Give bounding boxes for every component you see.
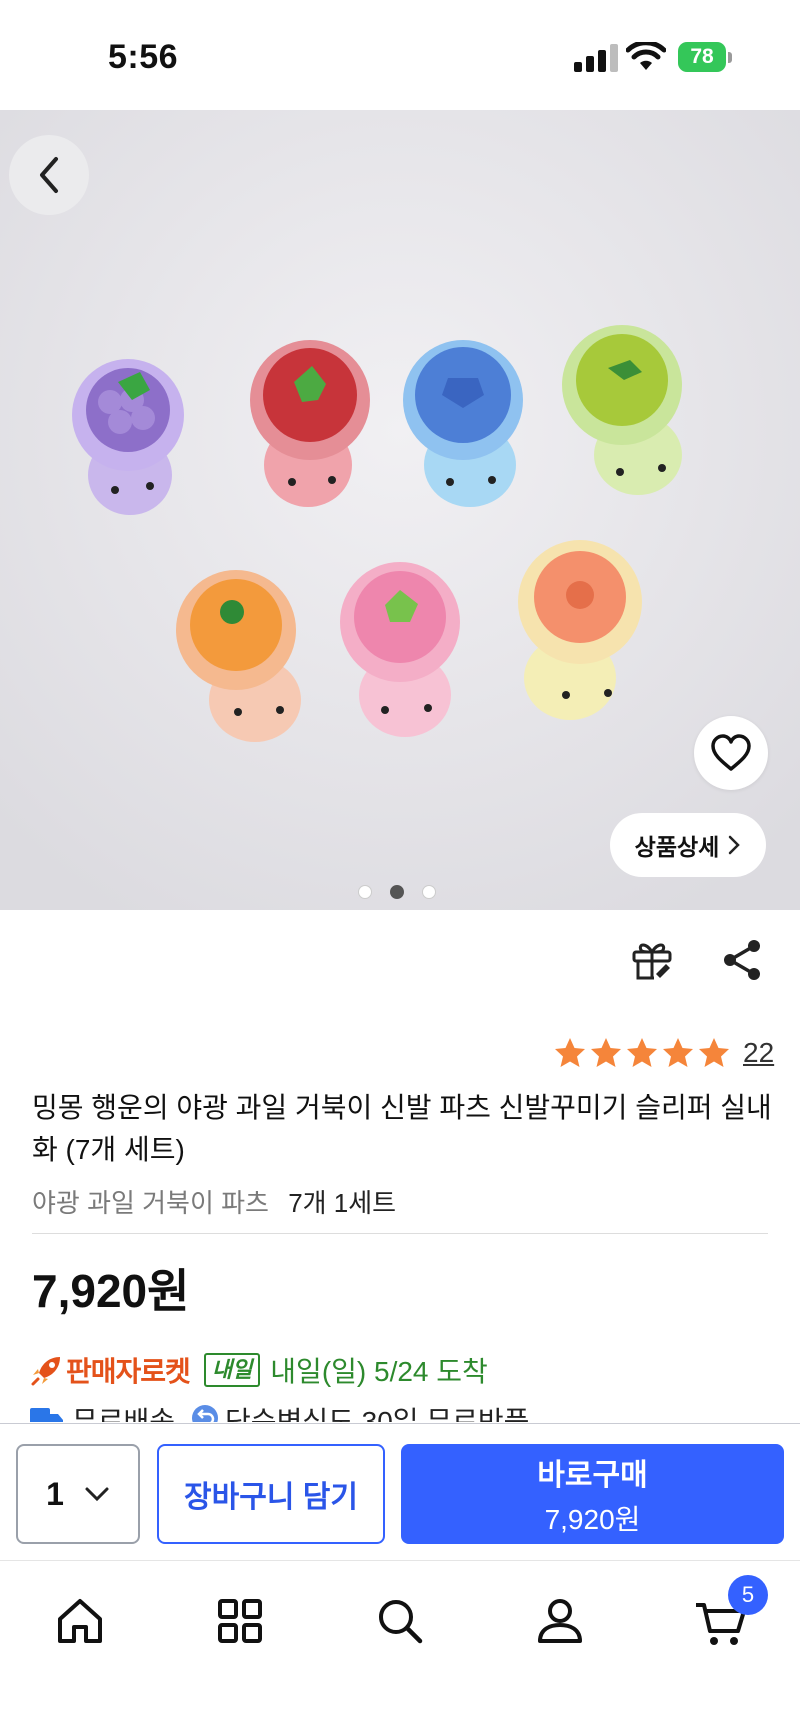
heart-icon <box>711 734 751 771</box>
shipping-info: 무료배송 단순변심도 30일 무료반품 <box>30 1400 770 1422</box>
star-icon <box>555 1038 585 1067</box>
return-icon <box>192 1405 219 1422</box>
star-icon <box>627 1038 657 1067</box>
wifi-icon <box>626 42 666 70</box>
rocket-icon <box>31 1357 60 1386</box>
buy-now-label: 바로구매 <box>537 1459 648 1492</box>
divider <box>32 1233 768 1234</box>
star-icon <box>699 1038 729 1067</box>
free-return-label: 단순변심도 30일 무료반품 <box>225 1406 530 1422</box>
gift-icon[interactable] <box>630 938 674 982</box>
my-account-icon[interactable] <box>530 1591 590 1651</box>
cart-count-badge: 5 <box>728 1575 768 1615</box>
product-price: 7,920원 <box>32 1265 190 1317</box>
chevron-right-icon <box>729 835 741 855</box>
truck-icon <box>30 1408 63 1422</box>
chevron-down-icon <box>85 1487 109 1502</box>
tomorrow-badge: 내일 <box>203 1353 261 1387</box>
arrival-date: 내일(일) 5/24 도착 <box>270 1356 488 1387</box>
share-icon[interactable] <box>722 938 764 982</box>
pagination-dot[interactable] <box>422 885 436 899</box>
star-icon <box>591 1038 621 1067</box>
selected-option: 야광 과일 거북이 파츠 7개 1세트 <box>32 1183 396 1220</box>
product-image-gallery[interactable]: 상품상세 <box>0 110 800 910</box>
quantity-select[interactable]: 1 <box>16 1444 140 1544</box>
pagination-dot[interactable] <box>390 885 404 899</box>
buy-now-price: 7,920원 <box>544 1504 641 1535</box>
delivery-info: 판매자로켓 내일 내일(일) 5/24 도착 <box>30 1350 488 1390</box>
rating[interactable]: 22 <box>553 1036 774 1070</box>
pagination-dot[interactable] <box>358 885 372 899</box>
product-detail-label: 상품상세 <box>634 834 720 860</box>
product-title: 밍몽 행운의 야광 과일 거북이 신발 파츠 신발꾸미기 슬리퍼 실내화 (7개… <box>32 1092 772 1165</box>
status-bar: 5:56 78 <box>0 0 800 110</box>
star-rating <box>553 1036 733 1070</box>
buy-now-button[interactable]: 바로구매 7,920원 <box>401 1444 784 1544</box>
product-photo <box>0 110 800 910</box>
bottom-tab-bar: 5 <box>0 1560 800 1736</box>
purchase-bar: 1 장바구니 담기 바로구매 7,920원 <box>0 1423 800 1561</box>
status-time: 5:56 <box>108 38 179 76</box>
home-icon[interactable] <box>50 1591 110 1651</box>
product-detail-button[interactable]: 상품상세 <box>610 813 766 877</box>
add-to-cart-button[interactable]: 장바구니 담기 <box>157 1444 385 1544</box>
search-icon[interactable] <box>370 1591 430 1651</box>
option-value: 7개 1세트 <box>288 1188 397 1218</box>
review-count-link[interactable]: 22 <box>743 1037 774 1069</box>
add-to-cart-label: 장바구니 담기 <box>184 1481 358 1514</box>
battery-level: 78 <box>678 42 726 72</box>
wishlist-button[interactable] <box>694 716 768 790</box>
back-button[interactable] <box>9 135 89 215</box>
gallery-pagination <box>358 885 436 899</box>
star-icon <box>663 1038 693 1067</box>
chevron-left-icon <box>40 157 58 193</box>
cellular-signal-icon <box>574 44 618 72</box>
battery-indicator: 78 <box>678 42 734 74</box>
rocket-label: 판매자로켓 <box>66 1356 191 1387</box>
battery-cap <box>728 52 732 63</box>
quantity-value: 1 <box>46 1475 64 1512</box>
option-name: 야광 과일 거북이 파츠 <box>32 1188 269 1218</box>
category-grid-icon[interactable] <box>210 1591 270 1651</box>
free-shipping-label: 무료배송 <box>72 1406 176 1422</box>
